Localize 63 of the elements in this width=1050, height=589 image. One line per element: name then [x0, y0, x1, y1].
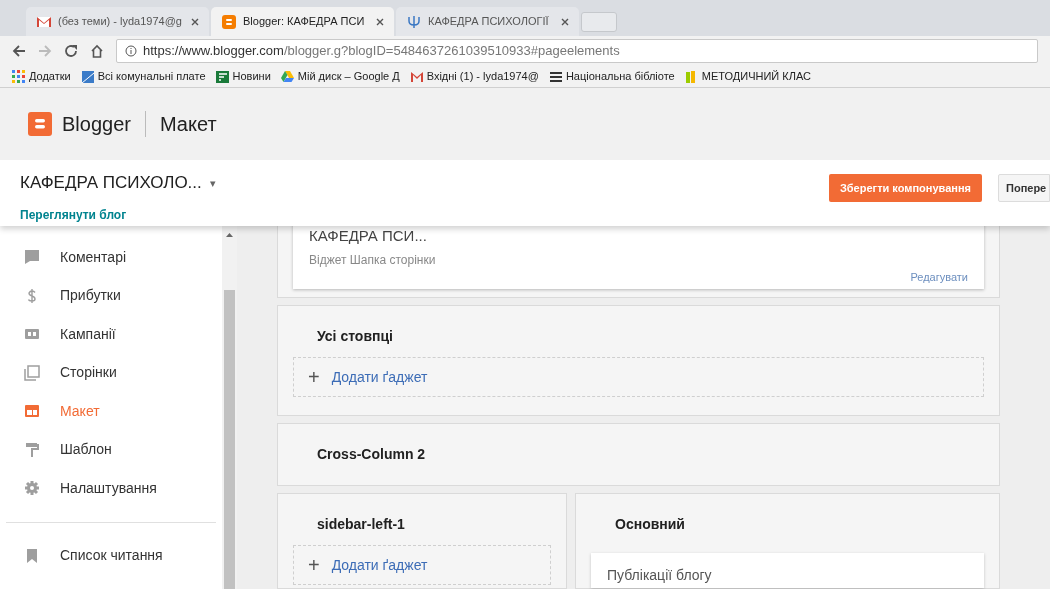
- address-bar[interactable]: https://www.blogger.com/blogger.g?blogID=5484637261039510933#pageelements: [116, 39, 1038, 63]
- bookmark[interactable]: Новини: [215, 68, 271, 85]
- add-gadget-button[interactable]: + Додати ґаджет: [293, 545, 551, 585]
- psi-icon: [406, 13, 422, 30]
- close-icon: [561, 17, 569, 26]
- bookmark[interactable]: МЕТОДИЧНИЙ КЛАС: [684, 68, 811, 85]
- page-title: Макет: [159, 112, 217, 137]
- sidebar-item[interactable]: Сторінки: [0, 353, 222, 392]
- page-icon: [80, 70, 94, 83]
- back-icon: [12, 44, 26, 58]
- bookmark[interactable]: Мій диск – Google Д: [280, 68, 400, 85]
- view-blog-link[interactable]: Переглянути блог: [20, 205, 829, 224]
- plus-icon: +: [308, 367, 320, 387]
- feed-icon: [215, 70, 229, 83]
- section-title: Основний: [614, 515, 686, 534]
- section-title: Усі стовпці: [316, 327, 394, 346]
- preview-button[interactable]: Попере: [998, 174, 1050, 202]
- sidebar-item[interactable]: Налаштування: [0, 469, 222, 508]
- sidebar-item[interactable]: Кампанії: [0, 315, 222, 354]
- bookmark-icon: [24, 547, 40, 564]
- forward-icon: [38, 44, 52, 58]
- pages-icon: [24, 364, 40, 381]
- close-icon: [191, 17, 199, 26]
- layout-icon: [24, 403, 40, 420]
- sidebar-item[interactable]: Коментарі: [0, 238, 222, 277]
- widget-subtitle: Віджет Шапка сторінки: [309, 251, 437, 269]
- bookmark[interactable]: Національна бібліоте: [548, 68, 675, 85]
- blogger-logo-icon: [28, 112, 52, 136]
- app-name: Blogger: [62, 112, 131, 137]
- books-icon: [684, 70, 698, 83]
- widget-title: КАФЕДРА ПСИ...: [309, 226, 428, 246]
- sidebar-item[interactable]: Шаблон: [0, 430, 222, 469]
- scrollbar[interactable]: [222, 226, 237, 589]
- apps-grid-icon: [12, 70, 25, 83]
- info-icon: [125, 45, 137, 57]
- sidebar-item[interactable]: Список читання: [0, 536, 222, 575]
- browser-tab[interactable]: (без теми) - lyda1974@g: [26, 7, 209, 36]
- mail-icon: [409, 70, 423, 83]
- browser-tab[interactable]: Blogger: КАФЕДРА ПСИ: [211, 7, 394, 36]
- bookmark[interactable]: Всі комунальні плате: [80, 68, 206, 85]
- browser-tab[interactable]: КАФЕДРА ПСИХОЛОГІЇ: [396, 7, 579, 36]
- bookmark[interactable]: Вхідні (1) - lyda1974@: [409, 68, 539, 85]
- dropdown-caret[interactable]: ▾: [209, 174, 216, 191]
- drive-icon: [280, 70, 294, 83]
- sidebar-item[interactable]: Прибутки: [0, 276, 222, 315]
- bookmark[interactable]: Додатки: [12, 68, 71, 85]
- url-text: https://www.blogger.com/blogger.g?blogID=5484637261039510933#pageelements: [143, 42, 620, 61]
- comment-icon: [24, 249, 40, 266]
- settings-icon: [24, 480, 40, 497]
- plus-icon: +: [308, 555, 320, 575]
- close-icon: [376, 17, 384, 26]
- reload-icon: [64, 44, 78, 58]
- blogger-logo-icon: [221, 13, 237, 30]
- paint-roller-icon: [24, 441, 40, 458]
- section-title: Cross-Column 2: [317, 445, 426, 464]
- new-tab-button[interactable]: [581, 12, 617, 32]
- bars-icon: [548, 70, 562, 83]
- widget-title: Публікації блогу: [607, 567, 712, 583]
- add-gadget-button[interactable]: + Додати ґаджет: [293, 357, 984, 397]
- home-icon: [90, 44, 104, 58]
- blog-title[interactable]: КАФЕДРА ПСИХОЛО...: [20, 170, 202, 196]
- section-title: sidebar-left-1: [316, 515, 406, 534]
- scroll-up-icon: [226, 232, 233, 237]
